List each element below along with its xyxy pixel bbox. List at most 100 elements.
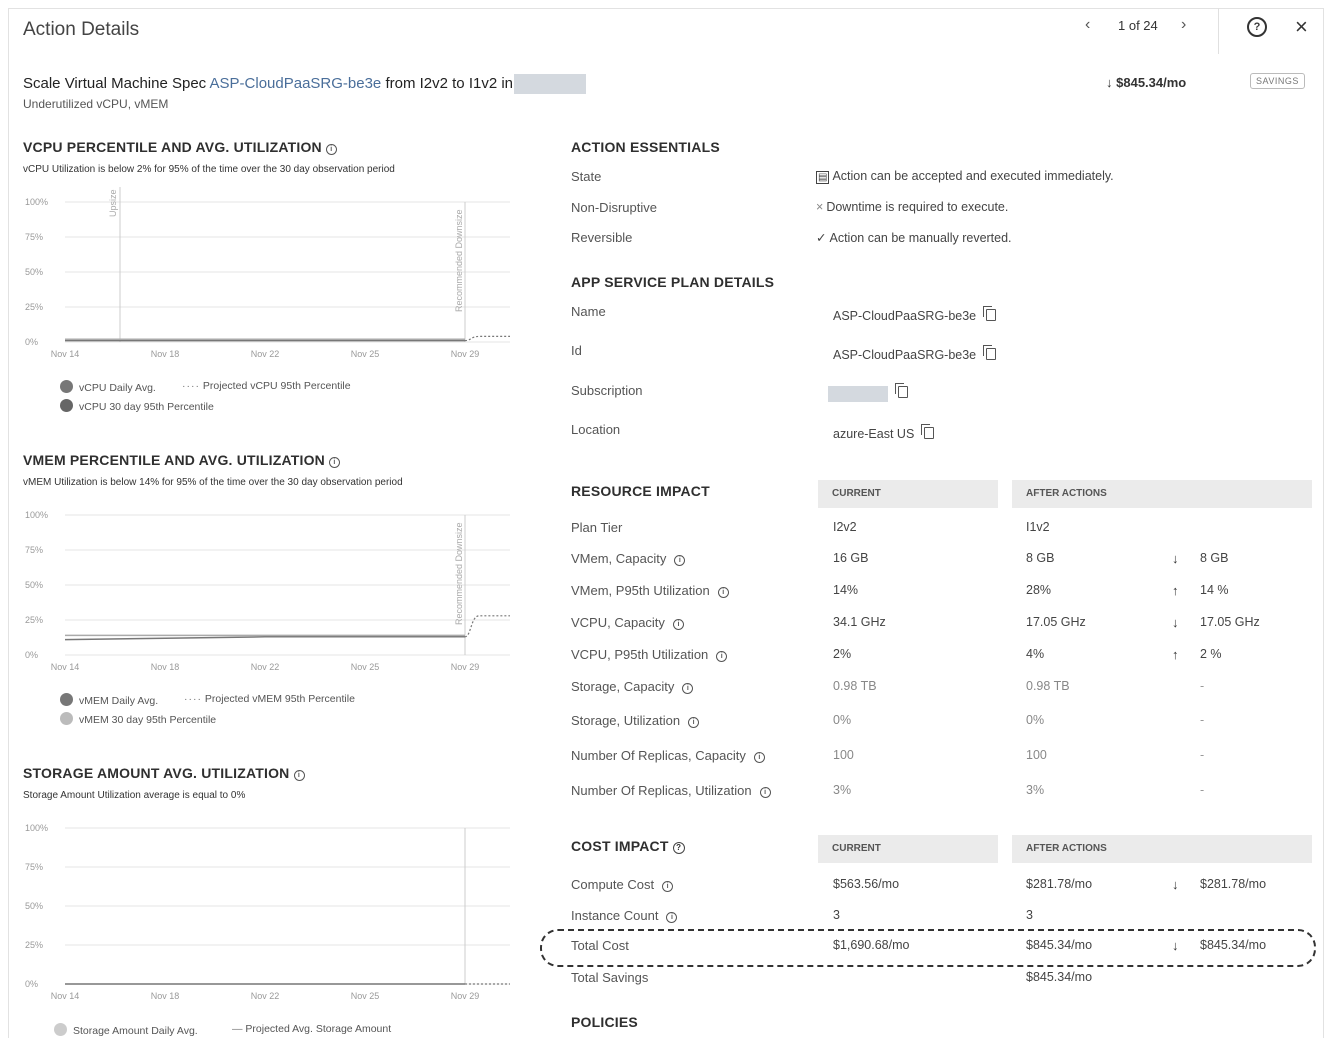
info-icon[interactable]: i bbox=[674, 555, 686, 566]
info-icon[interactable]: i bbox=[325, 144, 337, 155]
x-tick-label: Nov 18 bbox=[151, 991, 180, 1001]
up-arrow-icon: ↑ bbox=[1172, 583, 1179, 598]
legend-label: Projected Avg. Storage Amount bbox=[245, 1023, 392, 1035]
x-tick-label: Nov 25 bbox=[351, 662, 380, 672]
savings-amount: ↓ $845.34/mo bbox=[1106, 75, 1186, 90]
x-tick-label: Nov 18 bbox=[151, 349, 180, 359]
down-arrow-icon: ↓ bbox=[1172, 551, 1179, 566]
info-icon[interactable]: i bbox=[682, 683, 694, 694]
down-arrow-icon: ↓ bbox=[1172, 615, 1179, 630]
after-value: $281.78/mo bbox=[1026, 877, 1093, 891]
y-tick-label: 100% bbox=[25, 197, 48, 207]
info-icon[interactable]: i bbox=[753, 752, 765, 763]
row-label: Storage, Capacity i bbox=[571, 679, 694, 694]
current-value: 0.98 TB bbox=[833, 679, 877, 693]
info-icon[interactable]: i bbox=[662, 881, 674, 892]
resource-impact-title: RESOURCE IMPACT bbox=[571, 483, 710, 499]
y-tick-label: 0% bbox=[25, 650, 38, 660]
chevron-right-icon[interactable]: › bbox=[1181, 16, 1186, 34]
copy-icon[interactable] bbox=[921, 424, 935, 439]
info-icon[interactable]: i bbox=[672, 619, 684, 630]
delta-value: $281.78/mo bbox=[1200, 877, 1267, 891]
row-label: Number Of Replicas, Utilization i bbox=[571, 783, 771, 798]
copy-icon[interactable] bbox=[895, 383, 908, 399]
legend-label: vMEM 30 day 95th Percentile bbox=[79, 714, 217, 726]
vmem-legend-daily: vMEM Daily Avg. bbox=[60, 693, 158, 707]
essentials-value-text: Action can be manually reverted. bbox=[829, 231, 1012, 245]
row-label: Instance Count i bbox=[571, 908, 678, 923]
column-header-after: AFTER ACTIONS bbox=[1012, 835, 1312, 863]
help-circle-icon[interactable]: ? bbox=[1247, 17, 1267, 37]
x-tick-label: Nov 22 bbox=[251, 991, 280, 1001]
after-value: 17.05 GHz bbox=[1026, 615, 1086, 629]
y-tick-label: 50% bbox=[25, 901, 43, 911]
plan-value-text: azure-East US bbox=[833, 427, 915, 441]
plan-value: ASP-CloudPaaSRG-be3e bbox=[833, 345, 997, 362]
total-cost-highlight bbox=[540, 929, 1316, 967]
plan-value: ASP-CloudPaaSRG-be3e bbox=[833, 306, 997, 323]
x-tick-label: Nov 29 bbox=[451, 349, 480, 359]
up-arrow-icon: ↑ bbox=[1172, 647, 1179, 662]
after-value: 0% bbox=[1026, 713, 1045, 727]
vmem-chart-title: VMEM PERCENTILE AND AVG. UTILIZATION i bbox=[23, 452, 340, 468]
storage-legend-projected: — Projected Avg. Storage Amount bbox=[232, 1023, 391, 1035]
dotted-line-swatch: ···· bbox=[182, 380, 200, 392]
x-tick-label: Nov 14 bbox=[51, 662, 80, 672]
info-icon[interactable]: i bbox=[759, 787, 771, 798]
x-tick-label: Nov 14 bbox=[51, 349, 80, 359]
after-value: 3 bbox=[1026, 908, 1033, 922]
info-icon[interactable]: i bbox=[293, 770, 305, 781]
down-arrow-icon: ↓ bbox=[1172, 877, 1179, 892]
current-value: 34.1 GHz bbox=[833, 615, 886, 629]
cost-impact-title-text: COST IMPACT bbox=[571, 838, 669, 854]
delta-value: 17.05 GHz bbox=[1200, 615, 1260, 629]
copy-icon[interactable] bbox=[983, 345, 997, 360]
entity-link[interactable]: ASP-CloudPaaSRG-be3e bbox=[210, 75, 382, 92]
storage-chart-title: STORAGE AMOUNT AVG. UTILIZATION i bbox=[23, 765, 305, 781]
row-label: VMem, Capacity i bbox=[571, 551, 686, 566]
info-icon[interactable]: i bbox=[716, 651, 728, 662]
y-tick-label: 25% bbox=[25, 302, 43, 312]
row-label: Plan Tier bbox=[571, 520, 623, 535]
info-icon[interactable]: i bbox=[688, 717, 700, 728]
row-label: VCPU, P95th Utilization i bbox=[571, 647, 728, 662]
info-icon[interactable]: i bbox=[666, 912, 678, 923]
x-tick-label: Nov 25 bbox=[351, 991, 380, 1001]
after-value: 28% bbox=[1026, 583, 1052, 597]
help-icon[interactable]: ? bbox=[672, 842, 685, 854]
copy-icon[interactable] bbox=[983, 306, 997, 321]
close-icon[interactable]: × bbox=[1295, 14, 1308, 40]
row-label: Compute Cost i bbox=[571, 877, 674, 892]
current-value: 3 bbox=[833, 908, 840, 922]
current-value: I2v2 bbox=[833, 520, 857, 534]
delta-value: 8 GB bbox=[1200, 551, 1229, 565]
current-value: 0% bbox=[833, 713, 852, 727]
storage-legend-daily: Storage Amount Daily Avg. bbox=[54, 1023, 198, 1037]
upsize-label: Upsize bbox=[108, 189, 118, 217]
column-header-current: CURRENT bbox=[818, 835, 998, 863]
page-indicator: 1 of 24 bbox=[1118, 18, 1158, 33]
vcpu-chart-title-text: VCPU PERCENTILE AND AVG. UTILIZATION bbox=[23, 139, 322, 155]
row-label: VCPU, Capacity i bbox=[571, 615, 684, 630]
info-icon[interactable]: i bbox=[328, 457, 340, 468]
y-tick-label: 25% bbox=[25, 615, 43, 625]
y-tick-label: 75% bbox=[25, 232, 43, 242]
essentials-value: ▤ Action can be accepted and executed imm… bbox=[816, 169, 1114, 184]
current-value: 100 bbox=[833, 748, 854, 762]
storage-chart-title-text: STORAGE AMOUNT AVG. UTILIZATION bbox=[23, 765, 290, 781]
essentials-value-text: Downtime is required to execute. bbox=[826, 200, 1009, 214]
essentials-value-text: Action can be accepted and executed imme… bbox=[832, 169, 1114, 183]
action-suffix: from I2v2 to I1v2 in bbox=[385, 74, 514, 92]
plan-value: azure-East US bbox=[833, 424, 935, 441]
x-tick-label: Nov 18 bbox=[151, 662, 180, 672]
page-title: Action Details bbox=[23, 19, 140, 40]
chevron-left-icon[interactable]: ‹ bbox=[1085, 16, 1090, 34]
legend-label: Projected vCPU 95th Percentile bbox=[202, 380, 351, 392]
info-icon[interactable]: i bbox=[717, 587, 729, 598]
essentials-value: ✓ Action can be manually reverted. bbox=[816, 230, 1012, 245]
plan-label: Subscription bbox=[571, 383, 643, 398]
vmem-legend-projected: ···· Projected vMEM 95th Percentile bbox=[184, 693, 355, 705]
plan-details-title: APP SERVICE PLAN DETAILS bbox=[571, 274, 775, 290]
after-value: 8 GB bbox=[1026, 551, 1055, 565]
header-divider bbox=[1218, 8, 1219, 54]
